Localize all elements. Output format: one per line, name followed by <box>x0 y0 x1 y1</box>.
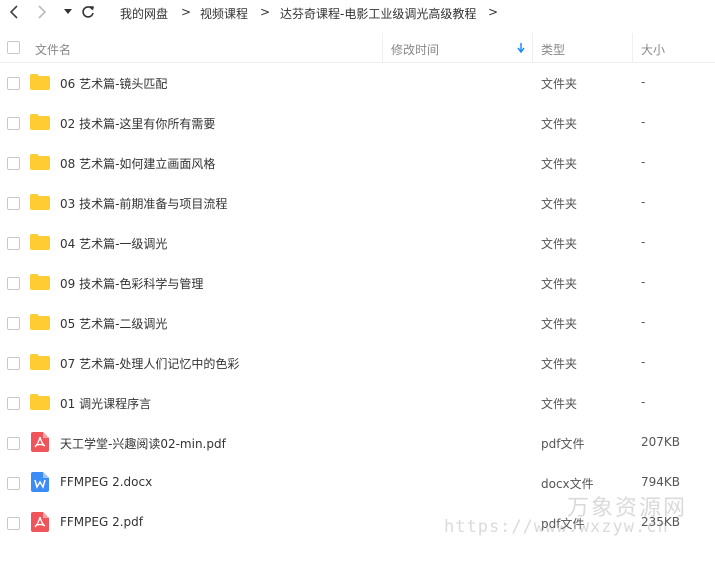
file-row[interactable]: 09 技术篇-色彩科学与管理 文件夹 - <box>0 263 715 303</box>
breadcrumb-item-current-folder[interactable]: 达芬奇课程-电影工业级调光高级教程 <box>280 5 476 22</box>
row-checkbox[interactable] <box>7 77 20 90</box>
breadcrumb-item-my-drive[interactable]: 我的网盘 <box>120 5 168 22</box>
file-size: - <box>641 155 646 169</box>
file-name[interactable]: 01 调光课程序言 <box>60 395 151 412</box>
column-header-type[interactable]: 类型 <box>541 41 565 58</box>
file-size: 207KB <box>641 435 681 449</box>
file-list-header: 文件名 修改时间 类型 大小 <box>0 33 715 63</box>
folder-icon <box>30 314 50 330</box>
refresh-icon <box>82 6 94 18</box>
back-button[interactable] <box>6 4 22 20</box>
row-checkbox[interactable] <box>7 397 20 410</box>
breadcrumb-separator: > <box>488 5 499 19</box>
file-row[interactable]: 天工学堂-兴趣阅读02-min.pdf pdf文件 207KB <box>0 423 715 463</box>
folder-icon <box>30 194 50 210</box>
file-size: - <box>641 195 646 209</box>
file-name[interactable]: 03 技术篇-前期准备与项目流程 <box>60 195 227 212</box>
row-checkbox[interactable] <box>7 197 20 210</box>
folder-icon <box>30 394 50 410</box>
pdf-file-icon <box>31 432 49 452</box>
file-size: - <box>641 275 646 289</box>
forward-button[interactable] <box>34 4 50 20</box>
pdf-file-icon <box>31 512 49 532</box>
file-name[interactable]: FFMPEG 2.pdf <box>60 515 143 529</box>
file-size: - <box>641 75 646 89</box>
breadcrumb-separator: > <box>260 5 271 19</box>
sort-descending-icon[interactable] <box>517 43 525 53</box>
breadcrumb-separator: > <box>181 5 192 19</box>
chevron-right-icon <box>38 5 47 19</box>
row-checkbox[interactable] <box>7 517 20 530</box>
file-size: - <box>641 315 646 329</box>
file-type: 文件夹 <box>541 237 578 251</box>
file-type: 文件夹 <box>541 197 578 211</box>
file-row[interactable]: 07 艺术篇-处理人们记忆中的色彩 文件夹 - <box>0 343 715 383</box>
file-type: pdf文件 <box>541 437 585 451</box>
file-name[interactable]: 07 艺术篇-处理人们记忆中的色彩 <box>60 355 239 372</box>
row-checkbox[interactable] <box>7 477 20 490</box>
column-divider[interactable] <box>532 33 533 62</box>
row-checkbox[interactable] <box>7 317 20 330</box>
file-row[interactable]: 08 艺术篇-如何建立画面风格 文件夹 - <box>0 143 715 183</box>
history-dropdown-button[interactable] <box>60 4 76 20</box>
file-type: 文件夹 <box>541 357 578 371</box>
column-divider[interactable] <box>382 33 383 62</box>
file-row[interactable]: 05 艺术篇-二级调光 文件夹 - <box>0 303 715 343</box>
chevron-left-icon <box>9 5 18 19</box>
file-size: - <box>641 355 646 369</box>
file-name[interactable]: 09 技术篇-色彩科学与管理 <box>60 275 203 292</box>
column-divider[interactable] <box>632 33 633 62</box>
file-type: 文件夹 <box>541 117 578 131</box>
file-row[interactable]: 02 技术篇-这里有你所有需要 文件夹 - <box>0 103 715 143</box>
file-name[interactable]: 06 艺术篇-镜头匹配 <box>60 75 167 92</box>
file-type: 文件夹 <box>541 277 578 291</box>
file-name[interactable]: 天工学堂-兴趣阅读02-min.pdf <box>60 435 226 452</box>
folder-icon <box>30 234 50 250</box>
row-checkbox[interactable] <box>7 357 20 370</box>
file-size: - <box>641 115 646 129</box>
breadcrumb-item-video-courses[interactable]: 视频课程 <box>200 5 248 22</box>
file-size: 794KB <box>641 475 681 489</box>
file-name[interactable]: 04 艺术篇-一级调光 <box>60 235 167 252</box>
file-type: 文件夹 <box>541 77 578 91</box>
row-checkbox[interactable] <box>7 237 20 250</box>
column-header-modified[interactable]: 修改时间 <box>391 41 439 58</box>
docx-file-icon <box>31 472 49 492</box>
file-name[interactable]: 02 技术篇-这里有你所有需要 <box>60 115 215 132</box>
file-type: 文件夹 <box>541 317 578 331</box>
select-all-checkbox[interactable] <box>7 41 20 54</box>
file-type: 文件夹 <box>541 157 578 171</box>
folder-icon <box>30 274 50 290</box>
caret-down-icon <box>64 9 72 14</box>
folder-icon <box>30 114 50 130</box>
row-checkbox[interactable] <box>7 117 20 130</box>
file-row[interactable]: 04 艺术篇-一级调光 文件夹 - <box>0 223 715 263</box>
folder-icon <box>30 354 50 370</box>
file-type: 文件夹 <box>541 397 578 411</box>
file-name[interactable]: 08 艺术篇-如何建立画面风格 <box>60 155 215 172</box>
row-checkbox[interactable] <box>7 437 20 450</box>
file-row[interactable]: 06 艺术篇-镜头匹配 文件夹 - <box>0 63 715 103</box>
file-size: - <box>641 395 646 409</box>
column-header-size[interactable]: 大小 <box>641 41 665 58</box>
watermark-url: https://www.wxzyw.cn <box>444 517 669 537</box>
folder-icon <box>30 74 50 90</box>
file-row[interactable]: 03 技术篇-前期准备与项目流程 文件夹 - <box>0 183 715 223</box>
row-checkbox[interactable] <box>7 157 20 170</box>
file-name[interactable]: FFMPEG 2.docx <box>60 475 152 489</box>
refresh-button[interactable] <box>80 4 96 20</box>
column-header-name[interactable]: 文件名 <box>35 41 71 58</box>
toolbar: 我的网盘 > 视频课程 > 达芬奇课程-电影工业级调光高级教程 > <box>0 0 715 26</box>
file-size: - <box>641 235 646 249</box>
folder-icon <box>30 154 50 170</box>
file-row[interactable]: 01 调光课程序言 文件夹 - <box>0 383 715 423</box>
row-checkbox[interactable] <box>7 277 20 290</box>
file-name[interactable]: 05 艺术篇-二级调光 <box>60 315 167 332</box>
